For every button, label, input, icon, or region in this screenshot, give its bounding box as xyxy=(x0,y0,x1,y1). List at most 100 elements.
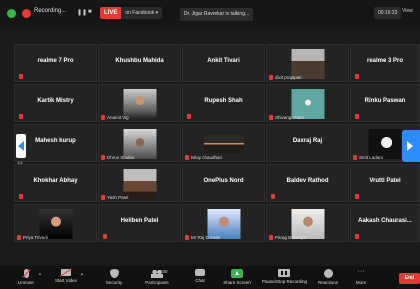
security-label: Security xyxy=(105,280,123,285)
stop-recording-icon[interactable]: ■ xyxy=(88,9,92,15)
participant-tile[interactable]: realme 3 Pro xyxy=(350,44,420,82)
next-page-button[interactable] xyxy=(402,130,420,162)
participant-label: Nilay chaudhari xyxy=(191,155,223,160)
mic-muted-icon xyxy=(19,74,23,79)
share-screen-icon xyxy=(231,269,243,278)
mic-muted-icon xyxy=(271,194,275,199)
participant-name: realme 3 Pro xyxy=(366,58,404,64)
participant-tile[interactable]: dixit prajapati xyxy=(266,44,349,82)
participant-tile[interactable]: Yash Patel xyxy=(98,164,181,202)
participant-tile[interactable]: Priya Trivedi xyxy=(14,204,97,242)
participant-tile[interactable]: Kartik Mistry xyxy=(14,84,97,122)
pause-stop-recording-button[interactable]: Pause/Stop Recording xyxy=(262,269,307,284)
participant-label: Shivangi Patel xyxy=(275,115,304,120)
mic-muted-icon xyxy=(185,155,189,160)
participant-name: Khokhar Abhay xyxy=(33,178,78,184)
participant-name: Rupesh Shah xyxy=(204,98,243,104)
live-target: on Facebook ▾ xyxy=(121,7,163,19)
share-screen-button[interactable]: Share Screen xyxy=(217,269,257,285)
participant-tile[interactable]: Mr Raj D Patel xyxy=(182,204,265,242)
mic-muted-icon xyxy=(185,235,189,240)
live-badge: LIVE xyxy=(100,7,122,19)
participant-tile[interactable]: OnePlus Nord xyxy=(182,164,265,202)
participant-tile[interactable]: Ankit Tivari xyxy=(182,44,265,82)
participant-tile[interactable]: Shivangi Patel xyxy=(266,84,349,122)
more-label: More xyxy=(355,280,367,285)
mic-muted-icon xyxy=(103,234,107,239)
meeting-toolbar: Unmute ▲ Start Video ▲ Security 100 Part… xyxy=(0,266,420,289)
video-off-icon xyxy=(61,269,71,276)
view-button[interactable]: View xyxy=(402,8,413,14)
participant-tile[interactable]: Vrutti Patel xyxy=(350,164,420,202)
mic-muted-icon xyxy=(269,235,273,240)
participant-tile[interactable]: Nilay chaudhari xyxy=(182,124,265,162)
mic-muted-icon xyxy=(17,235,21,240)
smiley-icon xyxy=(323,269,333,278)
participant-name: Kartik Mistry xyxy=(37,98,74,104)
participant-tile[interactable]: Aakash Chaurasi... xyxy=(350,204,420,242)
live-stream-button[interactable]: LIVE on Facebook ▾ xyxy=(100,7,163,19)
chat-button[interactable]: Chat xyxy=(180,269,220,283)
participant-tile[interactable]: Rinku Paswan xyxy=(350,84,420,122)
previous-page-button[interactable]: 1/4 xyxy=(16,134,26,165)
participant-label: Parag Babariya xyxy=(275,235,307,240)
participant-label: dixit prajapati xyxy=(275,75,302,80)
pause-stop-recording-icon xyxy=(278,269,290,277)
audio-options-caret-icon[interactable]: ▲ xyxy=(38,271,42,276)
participant-name: Heliben Patel xyxy=(120,218,159,224)
page-indicator: 1/4 xyxy=(17,160,23,165)
pause-recording-icon[interactable]: ❚❚ xyxy=(77,9,87,16)
mic-muted-icon xyxy=(19,114,23,119)
active-speaker-indicator: Dr. Jigar Ravrekar is talking... xyxy=(180,8,253,21)
participant-name: Vrutti Patel xyxy=(369,178,401,184)
mic-muted-icon xyxy=(355,74,359,79)
top-bar: Recording... ❚❚ ■ LIVE on Facebook ▾ Dr.… xyxy=(0,0,420,28)
participants-label: Participants xyxy=(145,280,169,285)
meeting-timer: 00:16:23 xyxy=(374,7,402,19)
more-button[interactable]: ··· More xyxy=(341,268,381,285)
share-screen-label: Share Screen xyxy=(223,280,251,285)
chat-bubble-icon xyxy=(195,269,205,276)
mic-muted-icon xyxy=(355,194,359,199)
recording-label: Recording... xyxy=(34,8,67,14)
participant-name: Baldev Rathod xyxy=(286,178,329,184)
security-button[interactable]: Security xyxy=(94,269,134,285)
participant-label: Yash Patel xyxy=(107,195,129,200)
mic-muted-icon xyxy=(101,115,105,120)
start-video-label: Start Video xyxy=(54,278,78,283)
mic-muted-icon xyxy=(355,234,359,239)
encryption-shield-icon[interactable] xyxy=(7,9,16,18)
mic-muted-icon xyxy=(19,194,23,199)
participant-tile[interactable]: Parag Babariya xyxy=(266,204,349,242)
participant-tile[interactable]: Daxraj Raj xyxy=(266,124,349,162)
participant-name: Ankit Tivari xyxy=(207,58,240,64)
mic-muted-icon xyxy=(269,75,273,80)
participant-name: Daxraj Raj xyxy=(292,138,323,144)
participant-label: Dhruv Shukla xyxy=(107,155,135,160)
participant-tile[interactable]: Mahesh kurup xyxy=(14,124,97,162)
end-meeting-button[interactable]: End xyxy=(399,273,420,284)
participant-name: Khushbu Mahida xyxy=(115,58,164,64)
security-shield-icon xyxy=(109,269,119,278)
participant-tile[interactable]: Rupesh Shah xyxy=(182,84,265,122)
recording-dot-icon xyxy=(22,9,31,18)
participant-tile[interactable]: Khokhar Abhay xyxy=(14,164,97,202)
arrow-left-icon xyxy=(18,141,24,151)
participant-name: realme 7 Pro xyxy=(37,58,74,64)
video-options-caret-icon[interactable]: ▲ xyxy=(80,271,84,276)
participant-tile[interactable]: Khushbu Mahida xyxy=(98,44,181,82)
arrow-right-icon xyxy=(407,141,413,151)
participant-name: OnePlus Nord xyxy=(203,178,244,184)
participants-button[interactable]: 100 Participants xyxy=(137,269,177,285)
participant-tile[interactable]: Baldev Rathod xyxy=(266,164,349,202)
participant-tile[interactable]: Heliben Patel xyxy=(98,204,181,242)
chat-label: Chat xyxy=(195,278,205,283)
participant-label: Smit Ladani xyxy=(359,155,383,160)
participant-tile[interactable]: realme 7 Pro xyxy=(14,44,97,82)
participant-label: Anamit Vig xyxy=(107,115,129,120)
participant-name: Aakash Chaurasi... xyxy=(358,218,412,224)
participant-tile[interactable]: Anamit Vig xyxy=(98,84,181,122)
microphone-muted-icon xyxy=(23,269,29,278)
participant-tile[interactable]: Dhruv Shukla xyxy=(98,124,181,162)
participant-label: Mr Raj D Patel xyxy=(191,235,221,240)
